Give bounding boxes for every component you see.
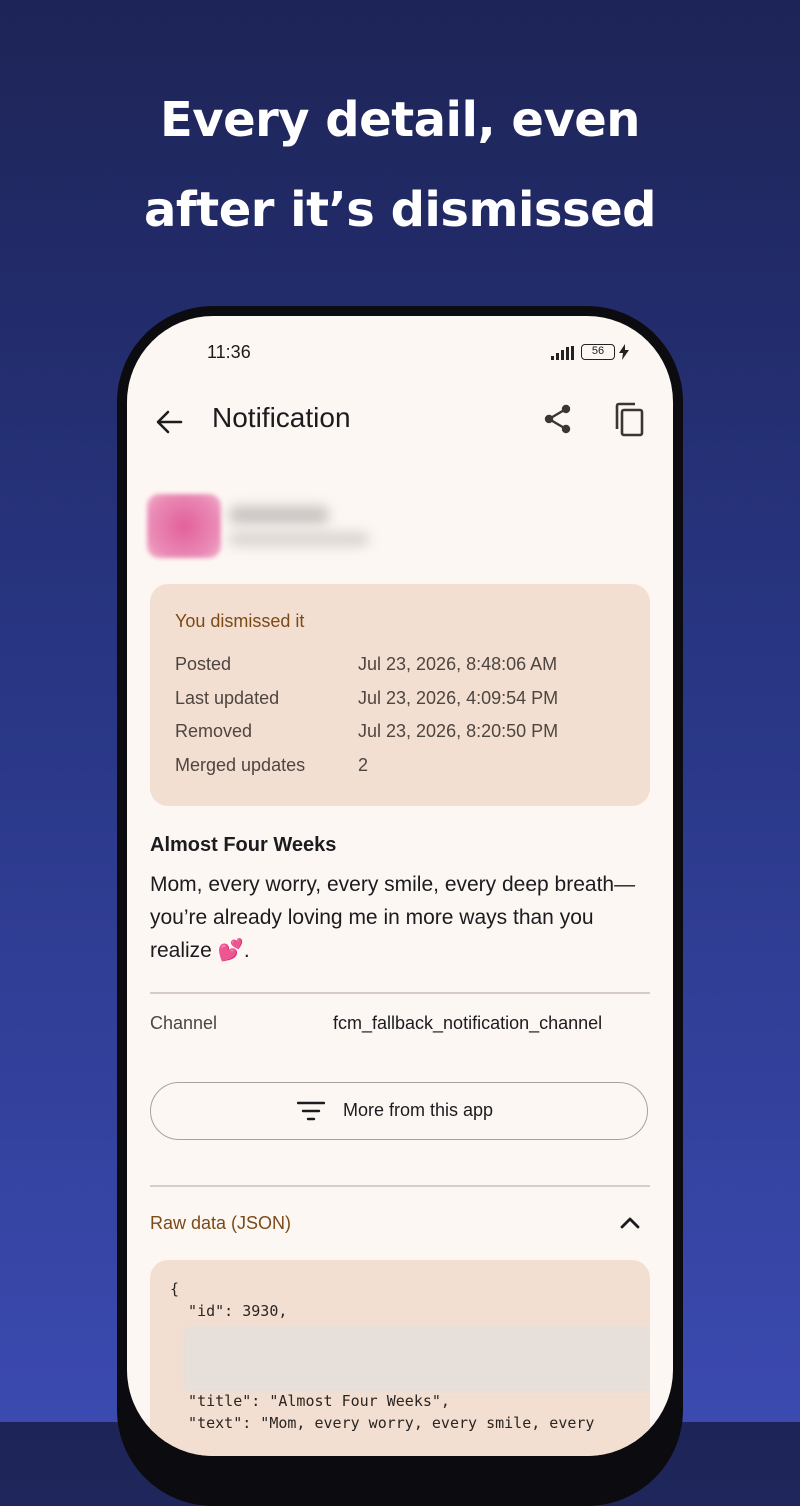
json-line: "id": 3930, xyxy=(170,1302,288,1320)
notification-title: Almost Four Weeks xyxy=(150,834,337,856)
info-label: Removed xyxy=(175,721,253,741)
info-value: Jul 23, 2026, 8:48:06 AM xyxy=(358,654,558,674)
headline-line-1: Every detail, even xyxy=(160,92,640,148)
info-value: 2 xyxy=(358,755,369,775)
charging-icon xyxy=(619,344,629,360)
divider xyxy=(150,1185,650,1187)
battery-indicator: 56 xyxy=(581,344,615,360)
json-line: "title": "Almost Four Weeks", xyxy=(170,1392,450,1410)
share-icon[interactable] xyxy=(541,402,575,436)
more-from-app-button[interactable]: More from this app xyxy=(150,1082,648,1140)
raw-data-label[interactable]: Raw data (JSON) xyxy=(150,1213,291,1234)
channel-value: fcm_fallback_notification_channel xyxy=(333,1013,603,1033)
headline-line-2: after it’s dismissed xyxy=(144,182,656,238)
channel-label: Channel xyxy=(150,1013,218,1033)
raw-json-block: { "id": 3930, "title": "Almost Four Week… xyxy=(150,1260,650,1456)
arrow-left-icon[interactable] xyxy=(151,404,187,440)
filter-icon xyxy=(297,1101,325,1121)
notification-text: Mom, every worry, every smile, every dee… xyxy=(150,873,636,962)
json-line: "text": "Mom, every worry, every smile, … xyxy=(170,1414,595,1432)
app-icon xyxy=(147,494,221,558)
info-label: Merged updates xyxy=(175,755,306,775)
info-value: Jul 23, 2026, 4:09:54 PM xyxy=(358,688,559,708)
info-label: Last updated xyxy=(175,688,280,708)
json-line: { xyxy=(170,1280,180,1298)
dismissal-info-card: You dismissed it Posted Jul 23, 2026, 8:… xyxy=(150,584,650,806)
app-name-redacted xyxy=(229,502,379,552)
more-from-app-label: More from this app xyxy=(343,1100,494,1120)
page-title: Notification xyxy=(212,402,351,433)
chevron-up-icon[interactable] xyxy=(617,1212,643,1234)
divider xyxy=(150,992,650,994)
info-value: Jul 23, 2026, 8:20:50 PM xyxy=(358,721,559,741)
status-time: 11:36 xyxy=(207,342,251,362)
signal-icon xyxy=(551,346,574,360)
copy-icon[interactable] xyxy=(613,402,647,438)
phone-screen: 11:36 56 Notification You dismissed it P… xyxy=(127,316,673,1456)
info-label: Posted xyxy=(175,654,232,674)
json-redacted-block xyxy=(183,1326,650,1392)
dismissed-status: You dismissed it xyxy=(175,611,305,631)
